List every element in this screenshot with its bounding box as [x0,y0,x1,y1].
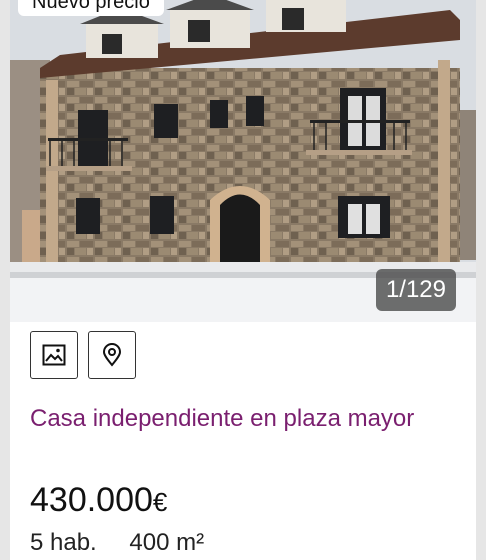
listing-price: 430.000€ [30,479,167,523]
listing-details: 5 hab. 400 m² [30,529,230,557]
gallery-button[interactable] [30,331,78,379]
map-button[interactable] [88,331,136,379]
rooms-count: 5 hab. [30,529,97,556]
image-icon [42,344,66,366]
photo-counter: 1/129 [375,269,456,311]
price-value: 430.000 [30,481,153,519]
action-bar [30,331,136,379]
area-size: 400 m² [129,529,205,556]
price-currency: € [152,487,168,517]
new-price-badge: Nuevo precio [18,0,164,16]
listing-card[interactable]: 1/129 Nuevo precio Casa independiente en… [10,0,476,560]
listing-title[interactable]: Casa independiente en plaza mayor [30,402,450,436]
map-pin-icon [102,343,122,367]
listing-photo[interactable]: 1/129 [10,0,476,322]
